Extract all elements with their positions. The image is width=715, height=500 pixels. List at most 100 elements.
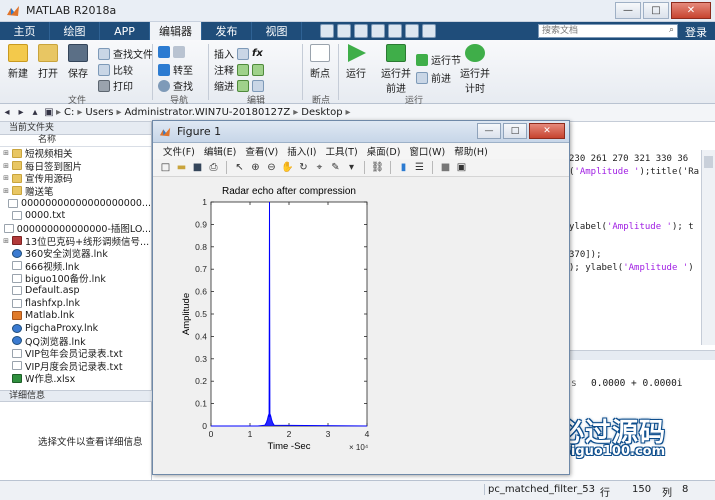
forward-arrow-icon[interactable]: ▸ [14, 107, 28, 118]
brush-icon[interactable]: ✎ [329, 161, 342, 174]
close-button[interactable]: ✕ [671, 2, 711, 19]
fx-button[interactable]: fx [252, 48, 263, 59]
menu-tools[interactable]: 工具(T) [325, 144, 357, 158]
file-list-item[interactable]: ⊞ 宣传用源码 [0, 172, 151, 185]
edit-plot-arrow-icon[interactable]: ↖ [233, 161, 246, 174]
brush-dropdown-icon[interactable]: ▾ [345, 161, 358, 174]
file-list-item[interactable]: QQ浏览器.lnk [0, 335, 151, 347]
file-list-item[interactable]: VIP包年会员记录表.txt [0, 347, 151, 360]
save-button[interactable]: 保存 [68, 44, 88, 80]
show-plot-tools-icon[interactable]: ▣ [455, 161, 468, 174]
file-list-item[interactable]: Matlab.lnk [0, 310, 151, 323]
run-button[interactable]: 运行 [346, 44, 366, 80]
expand-toggle-icon[interactable]: ⊞ [0, 149, 12, 157]
file-list-item[interactable]: 00000000000000000000... [0, 197, 151, 210]
file-list-item[interactable]: ⊞ 赠送笔 [0, 185, 151, 197]
link-plot-icon[interactable]: ⛓ [371, 161, 384, 174]
editor-scrollbar[interactable] [701, 150, 715, 345]
scroll-thumb[interactable] [704, 156, 713, 168]
breadcrumb-administrator[interactable]: Administrator.WIN7U-20180127Z [124, 107, 290, 118]
expand-toggle-icon[interactable]: ⊞ [0, 187, 12, 195]
breadcrumb-drive[interactable]: C: [64, 107, 74, 118]
file-list-item[interactable]: 360安全浏览器.lnk [0, 247, 151, 260]
qa-save-icon[interactable] [320, 24, 334, 38]
breadcrumb-users[interactable]: Users [85, 107, 113, 118]
tab-apps[interactable]: APP [100, 22, 150, 40]
compare-button[interactable]: 比较 [98, 62, 133, 77]
back-arrow-icon[interactable]: ◂ [0, 107, 14, 118]
menu-file[interactable]: 文件(F) [163, 144, 195, 158]
goto-button[interactable]: 转至 [158, 62, 193, 77]
file-list-item[interactable]: ⊞ 13位巴克码+线形调频信号... [0, 235, 151, 247]
file-list-item[interactable]: 0000.txt [0, 210, 151, 223]
qa-paste-icon[interactable] [371, 24, 385, 38]
find-files-button[interactable]: 查找文件 [98, 46, 153, 61]
file-list-item[interactable]: biguo100备份.lnk [0, 272, 151, 285]
file-list-item[interactable]: 666视频.lnk [0, 260, 151, 272]
plot-area[interactable]: Radar echo after compression 0 0.1 0.2 0.3 0.… [153, 177, 569, 474]
new-button[interactable]: 新建 [8, 44, 28, 80]
figure-title-bar[interactable]: Figure 1 — □ ✕ [153, 121, 569, 143]
figure-close-button[interactable]: ✕ [529, 123, 565, 139]
open-button[interactable]: 打开 [38, 44, 58, 80]
tab-editor[interactable]: 编辑器 [150, 22, 202, 40]
qa-redo-icon[interactable] [405, 24, 419, 38]
print-button[interactable]: 打印 [98, 78, 133, 93]
colorbar-icon[interactable]: ▮ [397, 161, 410, 174]
comment-button[interactable]: 注释 [214, 62, 264, 77]
back-forward-buttons[interactable] [158, 46, 185, 58]
search-icon[interactable]: ⌕ [669, 25, 674, 35]
qa-copy-icon[interactable] [354, 24, 368, 38]
zoom-in-icon[interactable]: ⊕ [249, 161, 262, 174]
file-list-item[interactable]: ⊞ 短视频相关 [0, 147, 151, 160]
menu-desktop[interactable]: 桌面(D) [367, 144, 401, 158]
tab-home[interactable]: 主页 [0, 22, 50, 40]
file-list-item[interactable]: 000000000000000-插图LO... [0, 222, 151, 235]
breakpoints-button[interactable]: 断点 [310, 44, 330, 80]
qa-cut-icon[interactable] [337, 24, 351, 38]
data-cursor-icon[interactable]: ⌖ [313, 161, 326, 174]
run-section-button[interactable]: 运行节 [416, 52, 461, 67]
legend-icon[interactable]: ☰ [413, 161, 426, 174]
file-list-item[interactable]: ⊞ 每日签到图片 [0, 160, 151, 172]
expand-toggle-icon[interactable]: ⊞ [0, 162, 12, 170]
rotate-3d-icon[interactable]: ↻ [297, 161, 310, 174]
maximize-button[interactable]: □ [643, 2, 669, 19]
new-figure-icon[interactable]: □ [159, 161, 172, 174]
menu-window[interactable]: 窗口(W) [409, 144, 445, 158]
name-column-header[interactable]: 名称 [0, 135, 151, 147]
file-list-item[interactable]: PigchaProxy.lnk [0, 322, 151, 335]
hide-plot-tools-icon[interactable]: ■ [439, 161, 452, 174]
insert-button[interactable]: 插入 fx [214, 46, 263, 61]
minimize-button[interactable]: — [615, 2, 641, 19]
qa-undo-icon[interactable] [388, 24, 402, 38]
breadcrumb-desktop[interactable]: Desktop [301, 107, 342, 118]
figure-minimize-button[interactable]: — [477, 123, 501, 139]
menu-view[interactable]: 查看(V) [245, 144, 278, 158]
tab-publish[interactable]: 发布 [202, 22, 252, 40]
file-list-item[interactable]: flashfxp.lnk [0, 297, 151, 310]
figure-window[interactable]: Figure 1 — □ ✕ 文件(F) 编辑(E) 查看(V) 插入(I) 工… [152, 120, 570, 475]
browse-folder-icon[interactable]: ▣ [42, 107, 56, 118]
expand-toggle-icon[interactable]: ⊞ [0, 174, 12, 182]
advance-button[interactable]: 前进 [416, 70, 451, 85]
find-button[interactable]: 查找 [158, 78, 193, 93]
figure-maximize-button[interactable]: □ [503, 123, 527, 139]
open-file-icon[interactable]: ▬ [175, 161, 188, 174]
menu-insert[interactable]: 插入(I) [287, 144, 316, 158]
tab-view[interactable]: 视图 [252, 22, 302, 40]
menu-help[interactable]: 帮助(H) [454, 144, 488, 158]
indent-button[interactable]: 缩进 [214, 78, 264, 93]
expand-toggle-icon[interactable]: ⊞ [0, 237, 12, 245]
search-documentation-input[interactable]: 搜索文档 [538, 24, 678, 38]
radar-echo-chart[interactable]: Radar echo after compression 0 0.1 0.2 0.3 0.… [153, 177, 569, 474]
file-list-item[interactable]: VIP月度会员记录表.txt [0, 360, 151, 372]
print-figure-icon[interactable]: ⎙ [207, 161, 220, 174]
save-figure-icon[interactable]: ■ [191, 161, 204, 174]
menu-edit[interactable]: 编辑(E) [204, 144, 236, 158]
editor-pane[interactable]: 230 261 270 321 330 36 ('Amplitude ');ti… [566, 150, 715, 345]
pan-hand-icon[interactable]: ✋ [281, 161, 294, 174]
login-link[interactable]: 登录 [685, 24, 707, 40]
zoom-out-icon[interactable]: ⊖ [265, 161, 278, 174]
qa-help-icon[interactable] [422, 24, 436, 38]
